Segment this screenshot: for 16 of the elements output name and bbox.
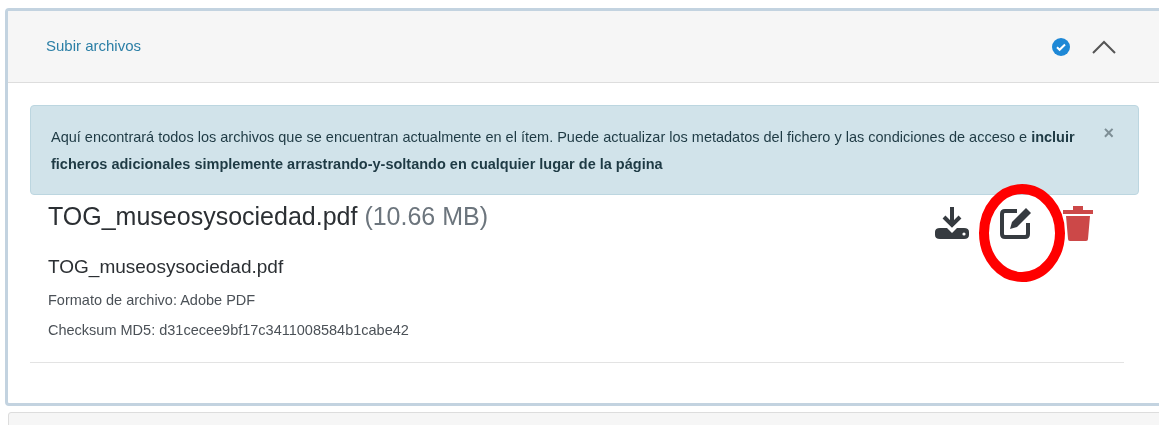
edit-icon <box>999 206 1033 240</box>
edit-button[interactable] <box>998 205 1034 241</box>
trash-icon <box>1062 205 1094 241</box>
alert-text: Aquí encontrará todos los archivos que se encuentran actualmente en el ítem. Puede actualizar los metadatos del fichero y las condiciones de acceso e incluir ficheros adicionales simplemente arrastrando-y-soltando en cualquier lugar de la página <box>51 128 1076 174</box>
file-title: TOG_museosysociedad.pdf <box>48 255 285 280</box>
download-icon <box>934 206 970 240</box>
panel-title: Subir archivos <box>46 36 143 57</box>
download-button[interactable] <box>934 205 970 241</box>
file-size: (10.66 MB) <box>364 202 489 230</box>
panel-header[interactable]: Subir archivos <box>8 11 1159 83</box>
file-checksum: Checksum MD5: d31cecee9bf17c3411008584b1cabe42 <box>48 321 410 341</box>
file-name: TOG_museosysociedad.pdf <box>48 202 358 230</box>
delete-button[interactable] <box>1062 205 1094 241</box>
file-format: Formato de archivo: Adobe PDF <box>48 290 257 310</box>
close-button[interactable]: × <box>1103 124 1114 142</box>
chevron-up-icon[interactable] <box>1092 39 1116 54</box>
